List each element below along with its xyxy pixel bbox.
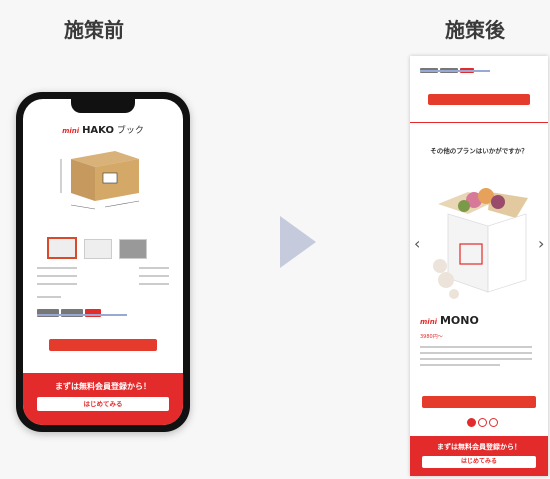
spec-line bbox=[37, 275, 77, 277]
signup-banner: まずは無料会員登録から！ はじめてみる bbox=[410, 436, 548, 476]
brand-header: mini HAKO ブック bbox=[23, 123, 183, 136]
mono-box-image bbox=[433, 188, 528, 299]
spec-value bbox=[139, 283, 169, 285]
carousel-dots bbox=[467, 412, 500, 431]
signup-banner-text: まずは無料会員登録から！ bbox=[55, 382, 151, 391]
signup-banner-text: まずは無料会員登録から！ bbox=[437, 443, 521, 451]
carousel-dot-2[interactable] bbox=[478, 418, 487, 427]
before-label: 施策前 bbox=[64, 18, 124, 42]
cardboard-box-image bbox=[60, 151, 140, 210]
product-title: mini MONO bbox=[420, 314, 479, 327]
after-label: 施策後 bbox=[445, 18, 505, 42]
option-heading bbox=[37, 296, 61, 298]
image-thumbnails bbox=[47, 237, 154, 263]
thumbnail-3[interactable] bbox=[119, 239, 147, 259]
before-phone: mini HAKO ブック まずは無料会員登録から！ はじめてみる bbox=[16, 92, 190, 432]
carousel-next-icon[interactable]: › bbox=[538, 234, 544, 253]
signup-start-button[interactable]: はじめてみる bbox=[37, 397, 169, 411]
signup-start-button[interactable]: はじめてみる bbox=[422, 456, 536, 468]
help-link[interactable] bbox=[420, 70, 490, 72]
carousel-dot-3[interactable] bbox=[489, 418, 498, 427]
brand-logo: mini bbox=[62, 127, 80, 135]
section-divider bbox=[410, 122, 548, 123]
brand-suffix: ブック bbox=[116, 126, 144, 136]
carousel-prev-icon[interactable]: ‹ bbox=[414, 234, 420, 253]
product-logo: mini bbox=[420, 318, 438, 326]
before-phone-screen: mini HAKO ブック まずは無料会員登録から！ はじめてみる bbox=[23, 99, 183, 425]
select-box-button[interactable] bbox=[49, 339, 157, 351]
after-screen: その他のプランはいかがですか？ ‹ › mini MONO 3980円～ まずは… bbox=[410, 56, 548, 476]
spec-value bbox=[139, 267, 169, 269]
product-price: 3980円～ bbox=[420, 334, 443, 340]
spec-line bbox=[37, 267, 77, 269]
select-box-button[interactable] bbox=[428, 94, 530, 105]
product-name: MONO bbox=[439, 314, 479, 327]
brand-name: HAKO bbox=[82, 125, 114, 136]
help-link[interactable] bbox=[37, 314, 127, 316]
spec-value bbox=[139, 275, 169, 277]
spec-line bbox=[37, 283, 77, 285]
signup-banner: まずは無料会員登録から！ はじめてみる bbox=[23, 373, 183, 425]
product-description bbox=[420, 346, 532, 366]
other-plans-heading: その他のプランはいかがですか？ bbox=[430, 147, 528, 155]
carousel-dot-1[interactable] bbox=[467, 418, 476, 427]
thumbnail-2[interactable] bbox=[84, 239, 112, 259]
option-tags-top bbox=[420, 58, 476, 77]
details-button[interactable] bbox=[422, 396, 536, 408]
thumbnail-1[interactable] bbox=[47, 237, 77, 259]
arrow-right-icon bbox=[280, 216, 316, 268]
option-tags bbox=[37, 302, 103, 321]
phone-notch bbox=[71, 99, 135, 113]
